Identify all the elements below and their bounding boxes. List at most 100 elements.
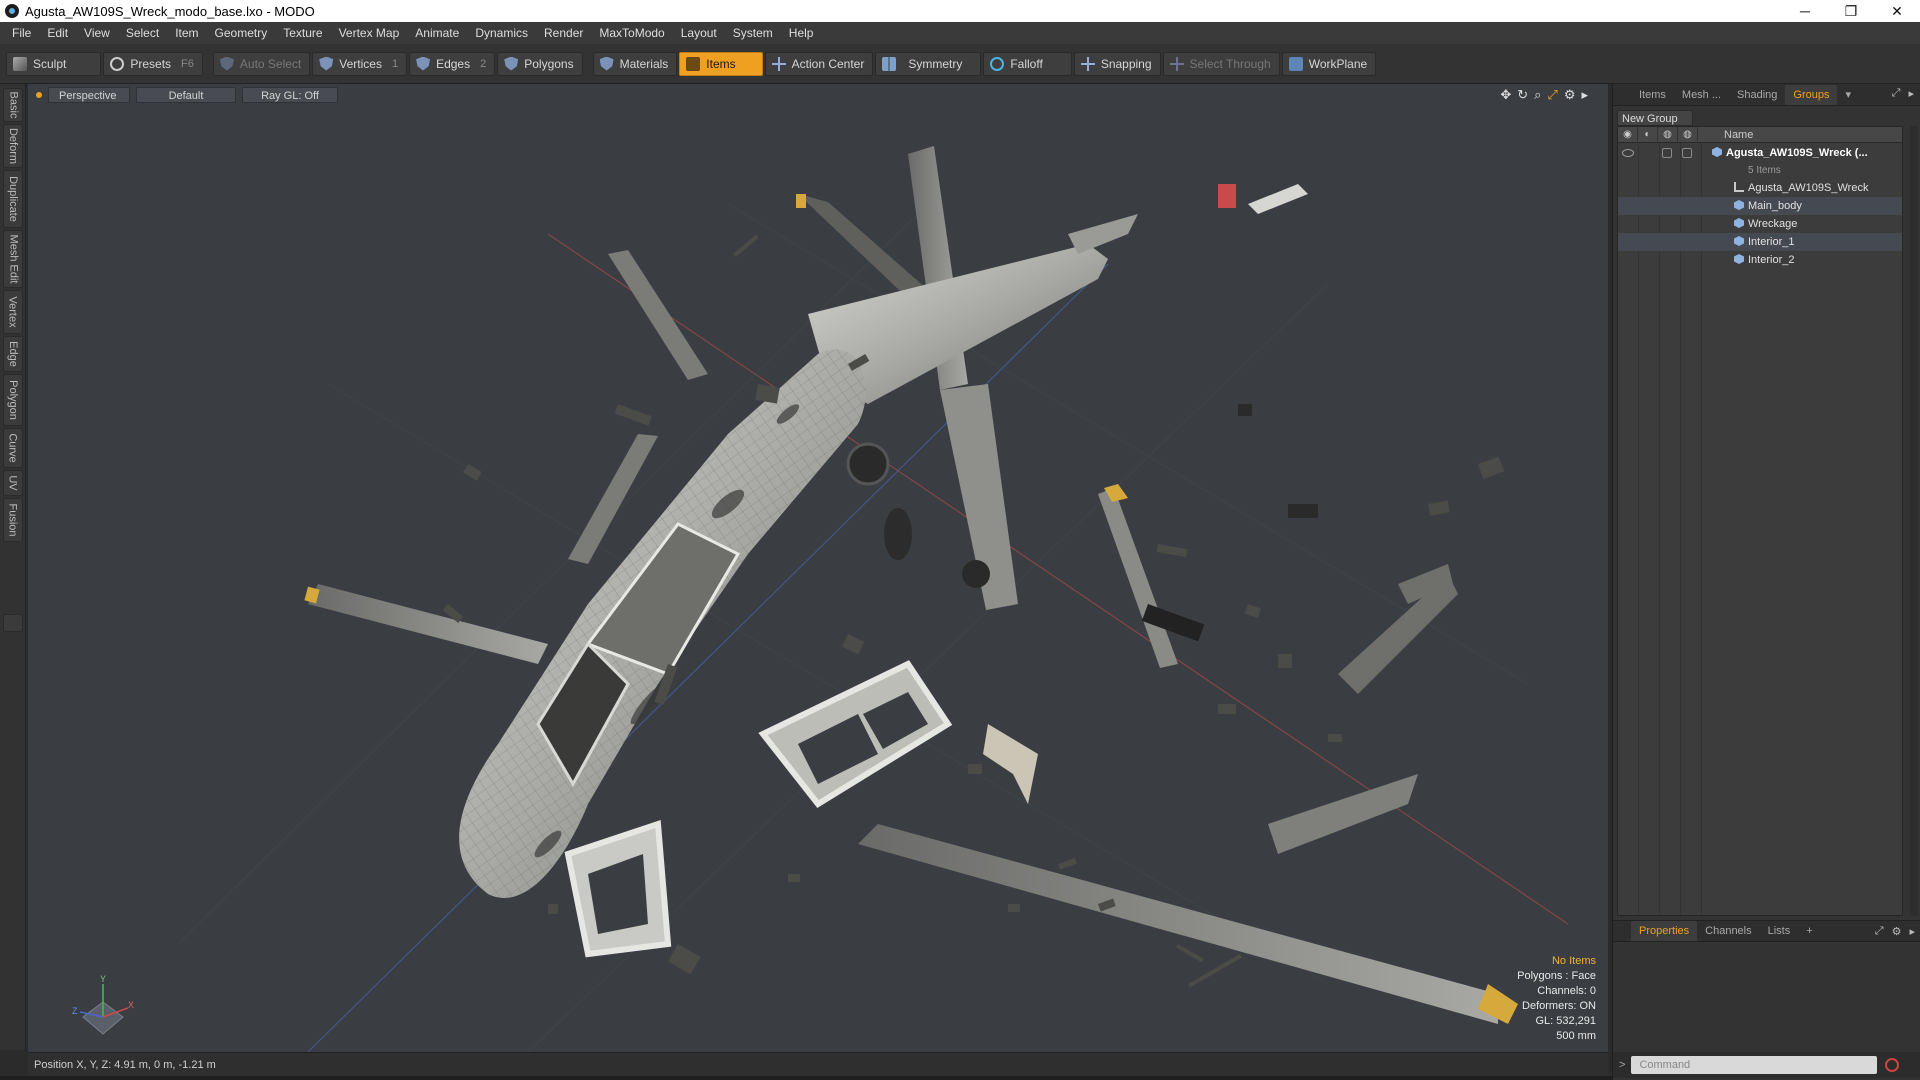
menu-help[interactable]: Help <box>781 22 822 44</box>
sculpt-button[interactable]: Sculpt <box>6 51 102 76</box>
tab-mesh[interactable]: Mesh ... <box>1674 85 1729 105</box>
left-tool-tabs: Basic Deform Duplicate Mesh Edit Vertex … <box>0 84 26 1050</box>
presets-button[interactable]: Presets F6 <box>103 51 203 76</box>
tab-groups[interactable]: Groups <box>1785 84 1838 105</box>
menu-maxtomodo[interactable]: MaxToModo <box>591 22 672 44</box>
gizmo-y-label: Y <box>100 974 106 984</box>
red-debris[interactable] <box>1218 184 1236 208</box>
command-input[interactable]: Command <box>1631 1056 1878 1074</box>
visibility-eye-icon[interactable]: ◉ <box>1618 126 1638 143</box>
menu-edit[interactable]: Edit <box>39 22 76 44</box>
menu-dynamics[interactable]: Dynamics <box>467 22 536 44</box>
tab-items[interactable]: Items <box>1631 85 1674 105</box>
maximize-icon[interactable]: ⤢ <box>1547 87 1557 103</box>
restore-button[interactable]: ❐ <box>1828 0 1874 22</box>
tab-vertex[interactable]: Vertex <box>3 290 23 334</box>
scene-render[interactable] <box>28 84 1608 1052</box>
action-center-button[interactable]: Action Center <box>764 51 874 76</box>
tab-deform[interactable]: Deform <box>3 124 23 168</box>
tab-lists[interactable]: Lists <box>1760 921 1799 941</box>
settings-gear-icon[interactable]: ⚙ <box>1564 87 1576 103</box>
polygons-button[interactable]: Polygons <box>497 51 583 76</box>
command-history-icon[interactable] <box>1885 1058 1900 1072</box>
menu-geometry[interactable]: Geometry <box>207 22 276 44</box>
tab-collapse[interactable] <box>3 614 23 632</box>
items-label: Items <box>706 56 736 71</box>
workplane-button[interactable]: WorkPlane <box>1281 51 1377 76</box>
menu-file[interactable]: File <box>4 22 39 44</box>
materials-icon <box>599 56 614 71</box>
3d-viewport[interactable]: Perspective Default Ray GL: Off ✥ ↻ ⌕ ⤢ … <box>28 84 1608 1052</box>
menu-animate[interactable]: Animate <box>407 22 467 44</box>
menu-view[interactable]: View <box>76 22 118 44</box>
tab-channels[interactable]: Channels <box>1697 921 1759 941</box>
add-tab-button[interactable]: + <box>1798 921 1820 941</box>
menu-render[interactable]: Render <box>536 22 591 44</box>
fuselage[interactable] <box>459 349 912 898</box>
tab-mesh-edit[interactable]: Mesh Edit <box>3 230 23 288</box>
tab-uv[interactable]: UV <box>3 470 23 496</box>
panel-expand-icon[interactable]: ⤢ <box>1892 87 1901 100</box>
items-button[interactable]: Items <box>679 51 763 76</box>
minimize-button[interactable]: ─ <box>1782 0 1828 22</box>
tab-basic[interactable]: Basic <box>3 88 23 122</box>
tree-item-wreckage[interactable]: Wreckage <box>1618 215 1902 233</box>
snapping-button[interactable]: Snapping <box>1073 51 1161 76</box>
tab-curve[interactable]: Curve <box>3 428 23 468</box>
menu-system[interactable]: System <box>725 22 781 44</box>
menu-select[interactable]: Select <box>118 22 167 44</box>
close-button[interactable]: ✕ <box>1874 0 1920 22</box>
viewport-header: Perspective Default Ray GL: Off <box>28 84 1608 106</box>
more-arrow-icon[interactable]: ▸ <box>1581 87 1588 103</box>
group-lock-box[interactable] <box>1662 148 1672 158</box>
rotate-icon[interactable]: ↻ <box>1517 87 1528 103</box>
tree-item-locator[interactable]: Agusta_AW109S_Wreck <box>1618 179 1902 197</box>
edges-button[interactable]: Edges 2 <box>409 51 496 76</box>
tree-item-interior-2[interactable]: Interior_2 <box>1618 251 1902 269</box>
falloff-button[interactable]: Falloff <box>983 51 1072 76</box>
ray-gl-toggle[interactable]: Ray GL: Off <box>242 87 338 103</box>
shading-dropdown[interactable]: Default <box>136 87 236 103</box>
view-mode-dropdown[interactable]: Perspective <box>48 87 130 103</box>
menu-item[interactable]: Item <box>167 22 206 44</box>
props-gear-icon[interactable]: ⚙ <box>1892 925 1902 938</box>
group-row[interactable]: Agusta_AW109S_Wreck (... <box>1618 145 1902 161</box>
z-axis-line <box>307 263 1109 1052</box>
command-arrow-icon[interactable]: > <box>1619 1059 1625 1071</box>
viewport-options-dot[interactable] <box>36 92 42 98</box>
zoom-icon[interactable]: ⌕ <box>1534 87 1541 103</box>
props-menu-icon[interactable]: ▸ <box>1909 925 1915 938</box>
workplane-label: WorkPlane <box>1308 56 1368 71</box>
pan-icon[interactable]: ✥ <box>1500 87 1511 103</box>
tabs-dropdown-icon[interactable]: ▾ <box>1837 85 1859 105</box>
command-bar: > Command <box>1613 1052 1920 1078</box>
group-eye-icon[interactable] <box>1622 149 1634 157</box>
tab-fusion[interactable]: Fusion <box>3 498 23 542</box>
panel-menu-icon[interactable]: ▸ <box>1908 87 1914 100</box>
tree-item-main-body[interactable]: Main_body <box>1618 197 1902 215</box>
new-group-button[interactable]: New Group <box>1617 110 1693 126</box>
select-through-button[interactable]: Select Through <box>1162 51 1280 76</box>
group-select-box[interactable] <box>1682 148 1692 158</box>
tab-shading[interactable]: Shading <box>1729 85 1785 105</box>
presets-shortcut: F6 <box>181 57 194 70</box>
menu-texture[interactable]: Texture <box>275 22 330 44</box>
render-icon[interactable]: ◐ <box>1638 126 1658 143</box>
lock-icon[interactable]: ◍ <box>1658 126 1678 143</box>
tab-mesh-edit-label: Mesh Edit <box>7 234 20 284</box>
symmetry-button[interactable]: Symmetry <box>875 51 982 76</box>
select-icon[interactable]: ◍ <box>1678 126 1698 143</box>
tree-item-interior-1[interactable]: Interior_1 <box>1618 233 1902 251</box>
menu-layout[interactable]: Layout <box>673 22 725 44</box>
auto-select-button[interactable]: Auto Select <box>212 51 311 76</box>
tree-scrollbar[interactable] <box>1910 126 1918 916</box>
tab-properties[interactable]: Properties <box>1631 921 1698 941</box>
materials-button[interactable]: Materials <box>592 51 678 76</box>
falloff-icon <box>990 56 1005 71</box>
menu-vertex-map[interactable]: Vertex Map <box>331 22 408 44</box>
tab-edge[interactable]: Edge <box>3 336 23 372</box>
props-expand-icon[interactable]: ⤢ <box>1875 925 1884 938</box>
tab-polygon[interactable]: Polygon <box>3 374 23 426</box>
vertices-button[interactable]: Vertices 1 <box>312 51 408 76</box>
tab-duplicate[interactable]: Duplicate <box>3 170 23 228</box>
